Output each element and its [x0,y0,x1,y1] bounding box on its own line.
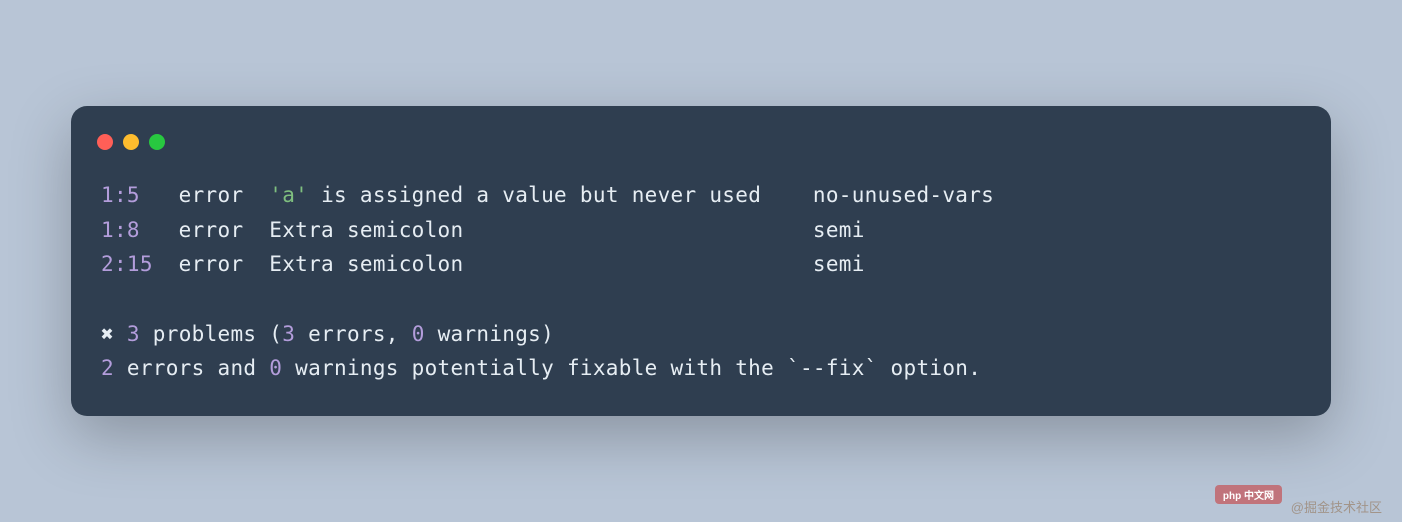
minimize-icon[interactable] [123,134,139,150]
brand-pill: php 中文网 [1215,485,1282,504]
error-severity: error [179,183,270,207]
error-message: Extra semicolon [269,218,813,242]
window-titlebar [71,126,1331,178]
summary-cross-icon: ✖ [101,322,114,346]
maximize-icon[interactable] [149,134,165,150]
summary-warnings-count: 0 [412,322,425,346]
fixable-text: warnings potentially fixable with the `-… [282,356,981,380]
terminal-window: 1:5 error 'a' is assigned a value but ne… [71,106,1331,416]
error-severity: error [179,252,270,276]
fixable-text: errors and [114,356,269,380]
summary-text: problems ( [140,322,282,346]
error-rule: no-unused-vars [813,183,994,207]
error-quoted: 'a' [269,183,308,207]
error-location: 2:15 [101,252,179,276]
summary-text: errors, [295,322,412,346]
terminal-output: 1:5 error 'a' is assigned a value but ne… [71,178,1331,386]
error-severity: error [179,218,270,242]
error-rule: semi [813,218,865,242]
fixable-warnings-count: 0 [269,356,282,380]
watermark-text: @掘金技术社区 [1291,497,1382,516]
error-rule: semi [813,252,865,276]
error-location: 1:8 [101,218,179,242]
summary-problems-count: 3 [127,322,140,346]
close-icon[interactable] [97,134,113,150]
summary-errors-count: 3 [282,322,295,346]
summary-text: warnings) [425,322,554,346]
fixable-errors-count: 2 [101,356,114,380]
error-location: 1:5 [101,183,179,207]
error-message: Extra semicolon [269,252,813,276]
error-message: is assigned a value but never used [308,183,813,207]
